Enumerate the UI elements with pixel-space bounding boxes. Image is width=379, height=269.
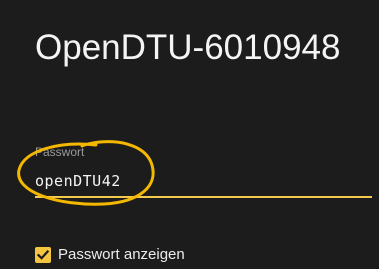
wifi-password-dialog: OpenDTU-6010948 Passwort Passwort anzeig… (0, 0, 379, 269)
dialog-title: OpenDTU-6010948 (35, 28, 341, 67)
password-field-label: Passwort (35, 145, 85, 159)
show-password-toggle[interactable]: Passwort anzeigen (35, 245, 185, 265)
show-password-label: Passwort anzeigen (58, 246, 185, 263)
show-password-checkbox[interactable] (35, 247, 51, 263)
password-field-underline (35, 196, 372, 198)
password-input[interactable] (35, 169, 365, 193)
password-field[interactable]: Passwort (35, 140, 372, 200)
checkmark-icon (36, 250, 50, 260)
